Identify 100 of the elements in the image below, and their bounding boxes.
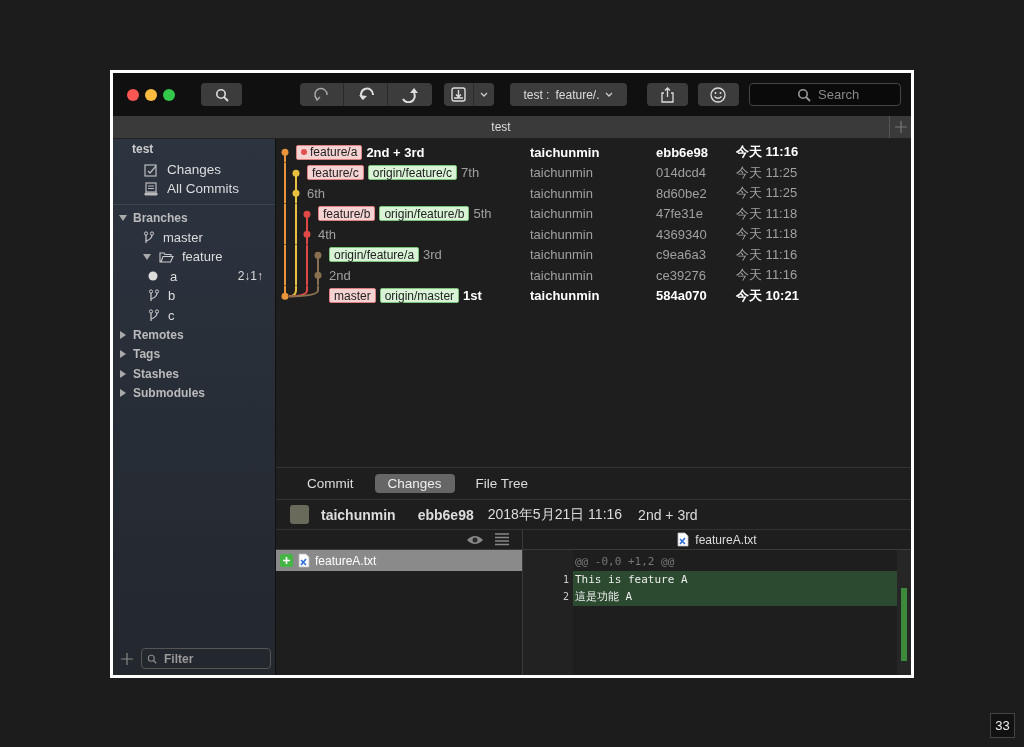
slide-number: 33 bbox=[995, 718, 1010, 733]
list-view-button[interactable] bbox=[494, 533, 510, 546]
branch-icon bbox=[148, 289, 160, 303]
detail-tab[interactable]: Changes bbox=[374, 474, 455, 493]
section-header[interactable]: Branches bbox=[133, 210, 188, 225]
branch-item[interactable]: feature bbox=[182, 249, 223, 265]
commit-date: 今天 10:21 bbox=[736, 286, 800, 305]
commit-hash: ebb6e98 bbox=[656, 144, 710, 160]
commit-date: 2018年5月21日 11:16 bbox=[487, 505, 623, 524]
add-button[interactable] bbox=[121, 652, 133, 665]
checklist-icon bbox=[144, 162, 158, 177]
commit-message: 2nd + 3rd bbox=[638, 506, 698, 523]
branch-item[interactable]: c bbox=[168, 307, 175, 323]
window-control-button[interactable] bbox=[163, 88, 175, 101]
detail-tab[interactable]: File Tree bbox=[462, 474, 542, 493]
search-icon bbox=[147, 654, 157, 664]
commit-author: taichunmin bbox=[530, 267, 594, 283]
section-header[interactable]: Stashes bbox=[133, 366, 180, 381]
list-icon bbox=[494, 533, 510, 546]
commit-hash: 8d60be2 bbox=[656, 185, 708, 201]
commit-date: 今天 11:25 bbox=[736, 184, 799, 203]
branch-tag[interactable]: feature/b bbox=[318, 206, 376, 222]
commit-date: 今天 11:18 bbox=[736, 204, 799, 223]
commit-hash: ce39276 bbox=[656, 267, 707, 283]
plus-icon bbox=[894, 121, 907, 133]
branch-tag[interactable]: master bbox=[329, 288, 376, 304]
commit-message: 7th bbox=[461, 165, 480, 181]
search-field[interactable]: Search bbox=[749, 83, 901, 106]
sidebar-item[interactable]: All Commits bbox=[113, 179, 275, 198]
tray-download-icon bbox=[451, 87, 467, 102]
branch-icon bbox=[148, 308, 160, 322]
commit-message: 3rd bbox=[423, 247, 442, 263]
plus-icon bbox=[121, 652, 133, 665]
share-icon bbox=[659, 86, 675, 103]
sidebar-item[interactable]: Changes bbox=[113, 160, 275, 179]
diff-file-name: featureA.txt bbox=[695, 532, 757, 547]
commit-author: taichunmin bbox=[530, 206, 594, 222]
preview-button[interactable] bbox=[466, 533, 484, 546]
commit-hash: 47fe31e bbox=[656, 206, 704, 222]
commit-message: 2nd bbox=[329, 267, 351, 283]
feedback-button[interactable] bbox=[697, 83, 739, 106]
section-header[interactable]: Remotes bbox=[133, 327, 184, 342]
curved-down-arrow-icon bbox=[356, 86, 375, 103]
commit-hash: c9ea6a3 bbox=[656, 247, 707, 263]
commit-message: 5th bbox=[473, 206, 492, 222]
line-number: 1 bbox=[562, 573, 569, 585]
hunk-header: @@ -0,0 +1,2 @@ bbox=[574, 554, 676, 571]
commit-date: 今天 11:16 bbox=[736, 143, 800, 162]
branch-selector[interactable]: test : feature/. bbox=[510, 83, 627, 106]
commit-message: 2nd + 3rd bbox=[366, 144, 425, 160]
commit-hash: 4369340 bbox=[656, 226, 708, 242]
commit-author: taichunmin bbox=[530, 226, 594, 242]
remote-branch-tag[interactable]: origin/master bbox=[379, 288, 460, 304]
commit-date: 今天 11:16 bbox=[736, 266, 799, 285]
search-button[interactable] bbox=[201, 83, 243, 106]
current-branch-dot-icon bbox=[148, 271, 158, 282]
share-button[interactable] bbox=[646, 83, 688, 106]
folder-icon bbox=[159, 250, 174, 264]
commit-hash: 584a070 bbox=[656, 288, 708, 304]
remote-branch-tag[interactable]: origin/feature/a bbox=[329, 247, 420, 263]
commit-author: taichunmin bbox=[530, 185, 594, 201]
detail-tab[interactable]: Commit bbox=[294, 474, 367, 493]
search-icon bbox=[214, 87, 229, 102]
remote-branch-tag[interactable]: origin/feature/c bbox=[367, 165, 458, 181]
branch-tag[interactable]: feature/a bbox=[296, 144, 363, 160]
filter-field[interactable]: Filter bbox=[141, 648, 271, 669]
branch-item[interactable]: a bbox=[170, 268, 178, 284]
commit-message: 6th bbox=[307, 185, 326, 201]
line-number: 2 bbox=[562, 591, 569, 603]
window-control-button[interactable] bbox=[145, 88, 157, 101]
commit-message: 4th bbox=[318, 226, 337, 242]
commit-author: taichunmin bbox=[530, 288, 601, 304]
caret-icon bbox=[605, 92, 614, 97]
file-icon bbox=[677, 532, 690, 547]
branch-icon bbox=[143, 230, 155, 244]
repository-name: test bbox=[131, 141, 154, 158]
section-header[interactable]: Tags bbox=[133, 347, 161, 362]
branch-item[interactable]: master bbox=[163, 229, 203, 245]
curved-arrow-icon bbox=[312, 86, 331, 103]
eye-icon bbox=[466, 533, 484, 546]
remote-branch-tag[interactable]: origin/feature/b bbox=[379, 206, 470, 222]
added-plus-icon bbox=[280, 554, 293, 567]
section-header[interactable]: Submodules bbox=[133, 386, 205, 401]
commit-date: 今天 11:18 bbox=[736, 225, 799, 244]
commit-author: taichunmin bbox=[321, 506, 396, 523]
ahead-behind-count: 2↓1↑ bbox=[237, 269, 263, 284]
window-control-button[interactable] bbox=[127, 88, 139, 101]
commit-author: taichunmin bbox=[530, 247, 594, 263]
branch-item[interactable]: b bbox=[168, 288, 176, 304]
commit-author: taichunmin bbox=[530, 165, 594, 181]
curved-up-arrow-icon bbox=[401, 86, 420, 103]
inbox-tray-icon bbox=[144, 181, 158, 196]
branch-tag[interactable]: feature/c bbox=[307, 165, 364, 181]
commit-hash: ebb6e98 bbox=[417, 506, 474, 523]
commit-author: taichunmin bbox=[530, 144, 601, 160]
avatar-placeholder bbox=[290, 505, 309, 524]
file-icon bbox=[298, 553, 310, 568]
commit-hash: 014dcd4 bbox=[656, 165, 707, 181]
search-icon bbox=[797, 88, 811, 102]
commit-date: 今天 11:25 bbox=[736, 163, 799, 182]
